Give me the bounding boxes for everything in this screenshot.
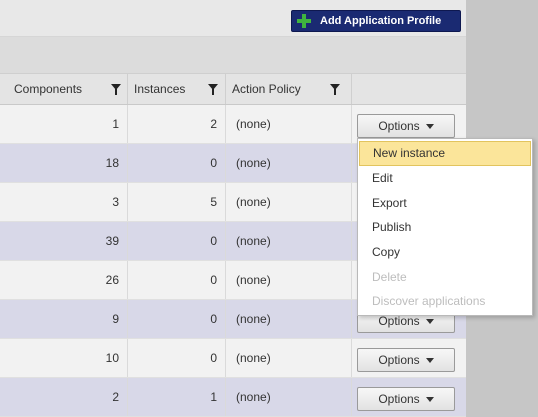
- menu-item-new-instance[interactable]: New instance: [359, 141, 531, 166]
- action-policy-cell: (none): [226, 144, 352, 182]
- filter-icon[interactable]: [208, 84, 218, 95]
- action-policy-cell: (none): [226, 183, 352, 221]
- instances-cell: 0: [128, 261, 226, 299]
- options-button[interactable]: Options: [357, 348, 455, 372]
- top-toolbar: Add Application Profile: [0, 0, 466, 37]
- table-header: Components Instances Action Policy: [0, 74, 466, 105]
- table-row[interactable]: 10 0 (none) Options: [0, 339, 466, 378]
- action-policy-cell: (none): [226, 261, 352, 299]
- instances-cell: 0: [128, 222, 226, 260]
- options-label: Options: [378, 353, 420, 367]
- instances-cell: 0: [128, 300, 226, 338]
- components-cell: 18: [10, 144, 128, 182]
- action-policy-cell: (none): [226, 300, 352, 338]
- action-policy-cell: (none): [226, 339, 352, 377]
- instances-cell: 5: [128, 183, 226, 221]
- components-cell: 3: [10, 183, 128, 221]
- options-button[interactable]: Options: [357, 114, 455, 138]
- table-row[interactable]: 2 1 (none) Options: [0, 378, 466, 417]
- caret-down-icon: [425, 318, 434, 324]
- menu-item-publish[interactable]: Publish: [358, 215, 532, 240]
- filter-icon[interactable]: [111, 84, 121, 95]
- column-header-components[interactable]: Components: [0, 74, 128, 104]
- components-cell: 39: [10, 222, 128, 260]
- column-header-options: [352, 74, 466, 104]
- options-label: Options: [378, 119, 420, 133]
- action-policy-cell: (none): [226, 378, 352, 416]
- action-policy-cell: (none): [226, 222, 352, 260]
- menu-item-copy[interactable]: Copy: [358, 240, 532, 265]
- column-header-components-label: Components: [14, 82, 83, 96]
- column-header-instances[interactable]: Instances: [128, 74, 226, 104]
- add-application-profile-button[interactable]: Add Application Profile: [291, 10, 461, 32]
- caret-down-icon: [425, 123, 434, 129]
- instances-cell: 2: [128, 105, 226, 143]
- sub-toolbar: [0, 37, 466, 74]
- components-cell: 10: [10, 339, 128, 377]
- instances-cell: 1: [128, 378, 226, 416]
- menu-item-export[interactable]: Export: [358, 190, 532, 215]
- menu-item-delete: Delete: [372, 269, 407, 284]
- menu-item-discover-applications: Discover applications: [372, 294, 486, 309]
- options-label: Options: [378, 392, 420, 406]
- options-label: Options: [378, 314, 420, 328]
- column-header-action-policy[interactable]: Action Policy: [226, 74, 352, 104]
- components-cell: 1: [10, 105, 128, 143]
- plus-icon: [296, 13, 312, 29]
- column-header-instances-label: Instances: [134, 82, 186, 96]
- caret-down-icon: [425, 357, 434, 363]
- instances-cell: 0: [128, 339, 226, 377]
- instances-cell: 0: [128, 144, 226, 182]
- caret-down-icon: [425, 396, 434, 402]
- column-header-action-policy-label: Action Policy: [232, 82, 301, 96]
- action-policy-cell: (none): [226, 105, 352, 143]
- filter-icon[interactable]: [330, 84, 340, 95]
- menu-item-edit[interactable]: Edit: [358, 166, 532, 191]
- add-application-profile-label: Add Application Profile: [320, 15, 442, 27]
- components-cell: 2: [10, 378, 128, 416]
- components-cell: 9: [10, 300, 128, 338]
- options-dropdown-menu: New instance Edit Export Publish Copy De…: [357, 138, 533, 316]
- options-button[interactable]: Options: [357, 387, 455, 411]
- components-cell: 26: [10, 261, 128, 299]
